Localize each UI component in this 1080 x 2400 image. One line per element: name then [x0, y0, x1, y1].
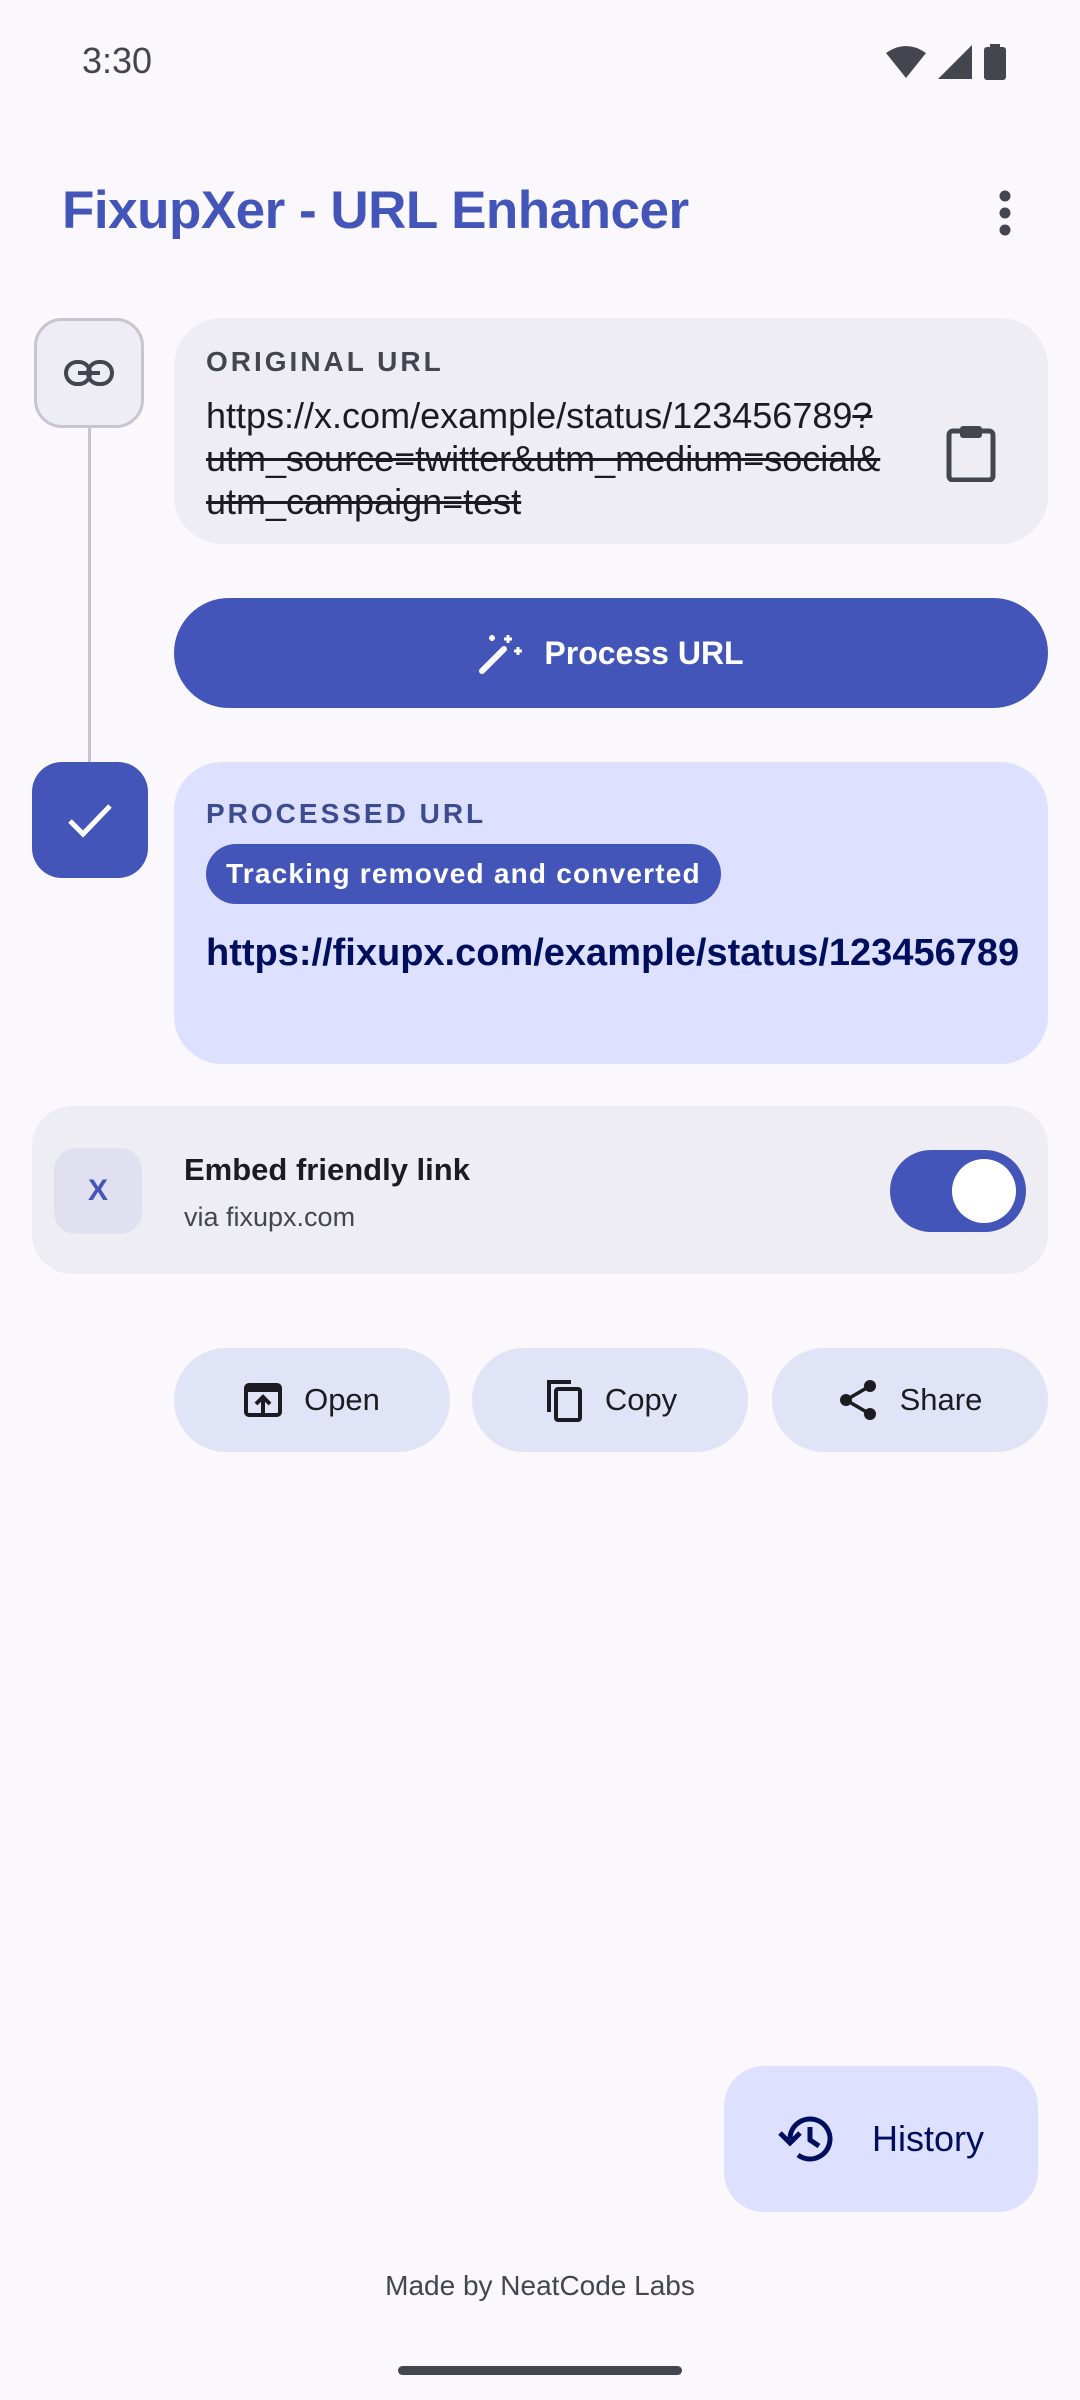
open-label: Open — [304, 1382, 380, 1417]
timeline-connector — [88, 428, 91, 762]
processed-url-label: PROCESSED URL — [206, 798, 487, 829]
original-url-text[interactable]: https://x.com/example/status/123456789?u… — [206, 394, 886, 523]
more-options-button[interactable] — [970, 178, 1040, 248]
copy-label: Copy — [604, 1382, 678, 1417]
embed-title: Embed friendly link — [184, 1152, 470, 1187]
original-url-label: ORIGINAL URL — [206, 346, 444, 377]
share-icon — [839, 1380, 876, 1420]
embed-option-card[interactable]: X Embed friendly link via fixupx.com — [32, 1106, 1048, 1274]
paste-button[interactable] — [936, 418, 1006, 488]
footer-credit: Made by NeatCode Labs — [385, 2270, 695, 2301]
battery-icon — [984, 44, 1006, 80]
open-button[interactable]: Open — [174, 1348, 450, 1452]
more-vert-icon — [999, 190, 1011, 236]
status-time: 3:30 — [82, 40, 153, 81]
copy-icon — [546, 1380, 582, 1422]
step-original-indicator — [34, 318, 144, 428]
open-in-browser-icon — [244, 1383, 283, 1417]
app-title: FixupXer - URL Enhancer — [62, 181, 689, 240]
history-label: History — [871, 2118, 984, 2159]
embed-toggle-switch[interactable] — [890, 1150, 1026, 1232]
status-icons — [886, 44, 1006, 80]
home-indicator[interactable] — [398, 2366, 682, 2375]
processed-url-card[interactable]: PROCESSED URL Tracking removed and conve… — [174, 762, 1048, 1064]
content-paste-icon — [946, 426, 996, 482]
processed-url-text[interactable]: https://fixupx.com/example/status/123456… — [206, 926, 1026, 980]
signal-icon — [938, 45, 972, 79]
original-url-card[interactable]: ORIGINAL URL https://x.com/example/statu… — [174, 318, 1048, 544]
original-url-kept: https://x.com/example/status/123456789 — [206, 395, 853, 436]
history-icon — [778, 2116, 833, 2162]
share-label: Share — [899, 1382, 983, 1417]
link-icon — [64, 360, 114, 386]
status-badge: Tracking removed and converted — [206, 844, 721, 904]
copy-button[interactable]: Copy — [472, 1348, 748, 1452]
platform-avatar: X — [54, 1148, 142, 1234]
step-processed-indicator — [32, 762, 148, 878]
magic-wand-icon — [479, 635, 523, 674]
wifi-icon — [886, 46, 926, 78]
process-url-label: Process URL — [544, 634, 744, 671]
check-icon — [68, 804, 112, 838]
toggle-thumb — [952, 1159, 1016, 1223]
history-button[interactable]: History — [724, 2066, 1038, 2212]
embed-subtitle: via fixupx.com — [184, 1202, 356, 1232]
share-button[interactable]: Share — [772, 1348, 1048, 1452]
process-url-button[interactable]: Process URL — [174, 598, 1048, 708]
